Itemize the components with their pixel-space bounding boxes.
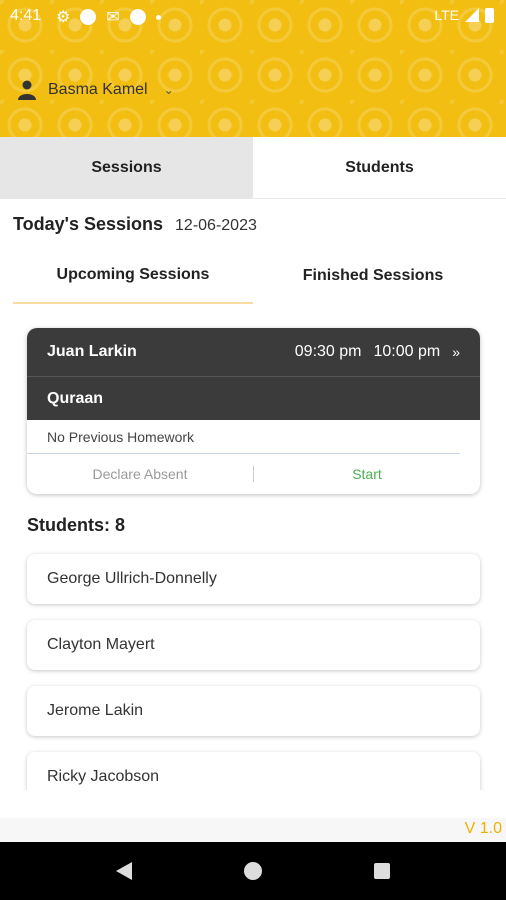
session-student-name: Juan Larkin bbox=[47, 343, 137, 360]
tab-sessions[interactable]: Sessions bbox=[0, 137, 253, 198]
main-tabs: Sessions Students bbox=[0, 137, 506, 199]
list-bottom-mask bbox=[0, 790, 506, 818]
session-card[interactable]: Juan Larkin 09:30 pm 10:00 pm » Quraan N… bbox=[27, 328, 480, 494]
header-banner: 4:41 ⚙ ✉ LTE Basma Kamel ⌄ bbox=[0, 0, 506, 137]
home-icon[interactable] bbox=[244, 862, 262, 880]
status-bar: 4:41 ⚙ ✉ LTE bbox=[0, 0, 506, 32]
chevron-down-icon: ⌄ bbox=[163, 83, 174, 97]
double-chevron-right-icon[interactable]: » bbox=[452, 344, 460, 360]
session-end-time: 10:00 pm bbox=[373, 343, 441, 360]
back-icon[interactable] bbox=[116, 862, 132, 880]
declare-absent-button[interactable]: Declare Absent bbox=[27, 466, 254, 482]
session-card-header: Juan Larkin 09:30 pm 10:00 pm » bbox=[27, 328, 480, 376]
version-label: V 1.0 bbox=[464, 820, 502, 837]
gear-icon: ⚙ bbox=[56, 9, 71, 26]
session-actions: Declare Absent Start bbox=[27, 454, 480, 494]
today-date: 12-06-2023 bbox=[175, 217, 257, 234]
recent-apps-icon[interactable] bbox=[374, 863, 390, 879]
user-name: Basma Kamel bbox=[48, 81, 148, 98]
students-count-title: Students: 8 bbox=[27, 515, 126, 535]
student-item[interactable]: Clayton Mayert bbox=[27, 620, 480, 670]
battery-icon bbox=[485, 7, 494, 23]
mail-icon: ✉ bbox=[106, 9, 120, 26]
tab-finished-sessions[interactable]: Finished Sessions bbox=[253, 248, 493, 304]
user-menu[interactable]: Basma Kamel ⌄ bbox=[18, 80, 174, 100]
today-label: Today's Sessions bbox=[13, 214, 164, 234]
signal-icon bbox=[465, 8, 479, 22]
today-header: Today's Sessions 12-06-2023 bbox=[13, 214, 257, 235]
circle-icon bbox=[80, 9, 97, 25]
system-nav-bar bbox=[0, 842, 506, 900]
session-homework: No Previous Homework bbox=[27, 420, 460, 454]
student-item[interactable]: Jerome Lakin bbox=[27, 686, 480, 736]
session-subject: Quraan bbox=[27, 376, 480, 420]
circle-icon bbox=[129, 9, 146, 25]
session-subtabs: Upcoming Sessions Finished Sessions bbox=[13, 248, 493, 304]
version-bar: V 1.0 bbox=[0, 818, 506, 842]
dot-icon bbox=[155, 14, 161, 20]
tab-upcoming-sessions[interactable]: Upcoming Sessions bbox=[13, 248, 253, 304]
status-time: 4:41 bbox=[10, 7, 42, 24]
person-icon bbox=[18, 80, 36, 100]
student-item[interactable]: George Ullrich-Donnelly bbox=[27, 554, 480, 604]
start-button[interactable]: Start bbox=[254, 466, 480, 482]
network-label: LTE bbox=[434, 7, 459, 23]
session-start-time: 09:30 pm bbox=[294, 343, 362, 360]
tab-students[interactable]: Students bbox=[253, 137, 506, 198]
